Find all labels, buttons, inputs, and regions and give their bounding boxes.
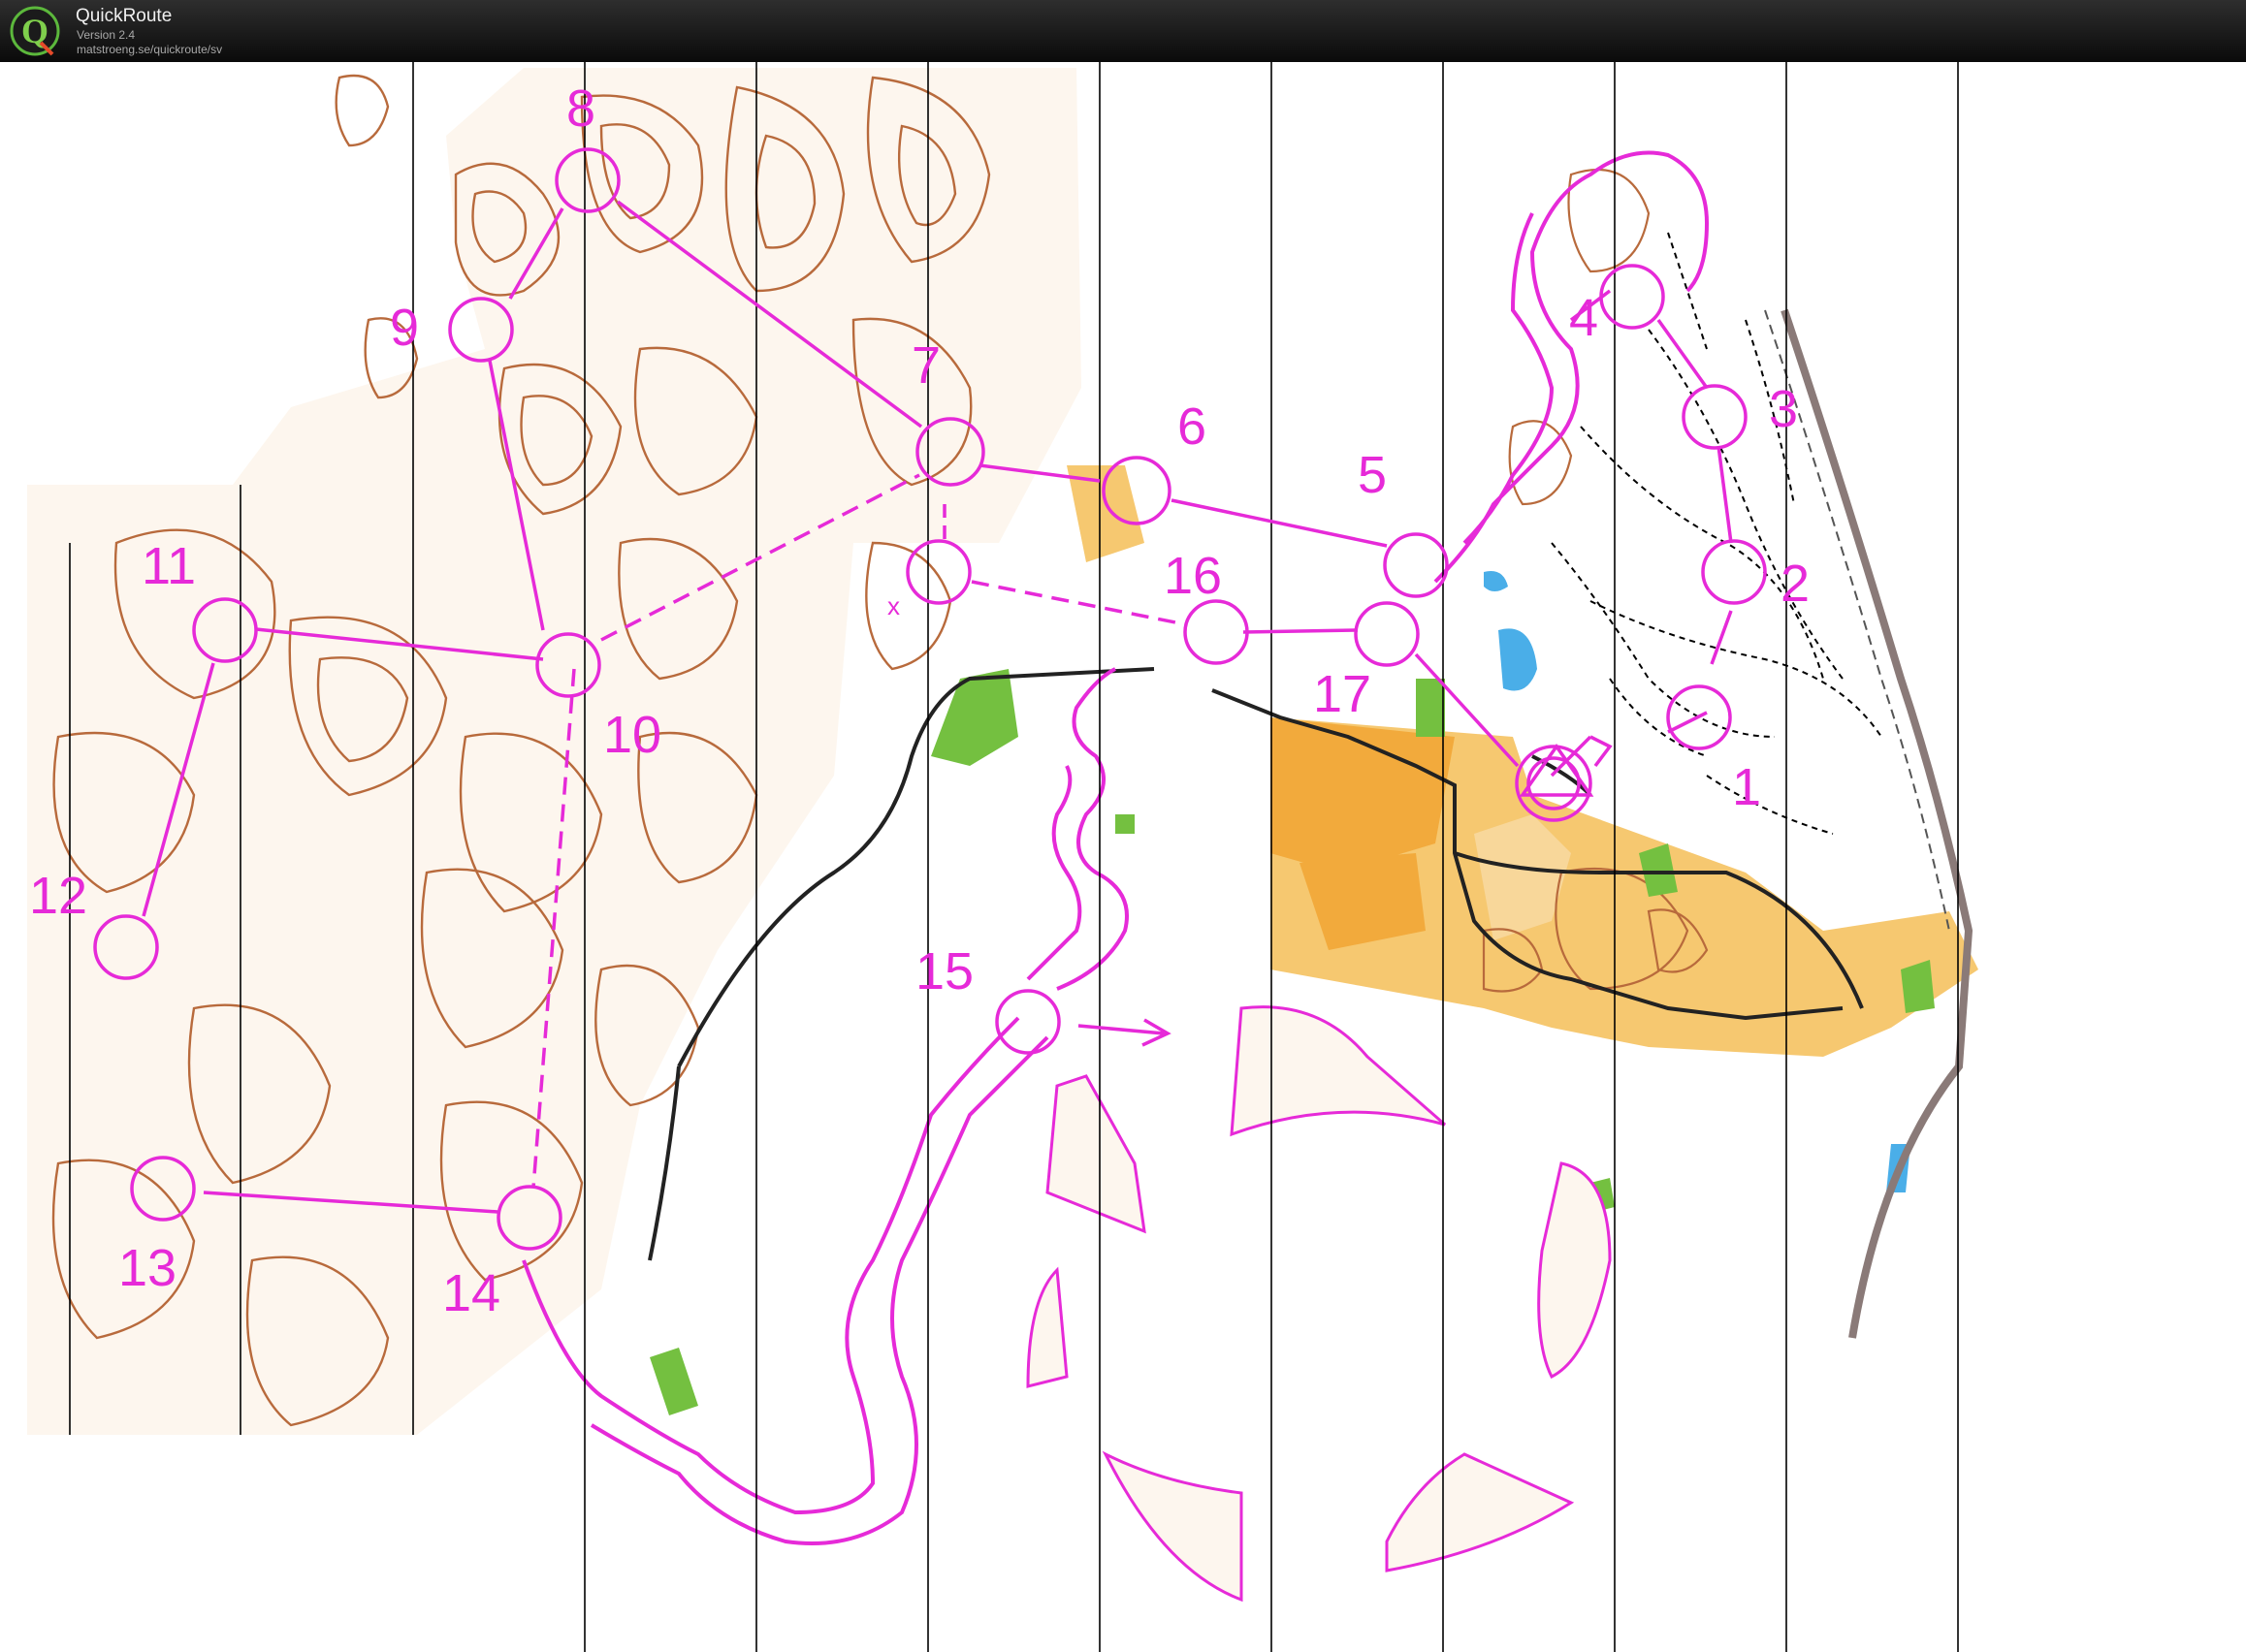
title-bar: Q QuickRoute Version 2.4 matstroeng.se/q… [0,0,2246,62]
control-number-13: 13 [118,1239,176,1297]
control-number-15: 15 [915,942,974,1001]
control-number-17: 17 [1313,665,1371,723]
leg-5-6 [1171,498,1388,548]
control-number-9: 9 [390,299,419,357]
control-number-14: 14 [442,1264,500,1322]
control-circle-5[interactable] [1383,532,1449,598]
control-number-4: 4 [1569,289,1598,347]
app-version: Version 2.4 [77,28,136,42]
control-number-2: 2 [1781,555,1810,613]
leg-x-16-dashed [971,580,1186,626]
control-number-7: 7 [912,336,941,395]
map-fragments [1026,1005,1612,1603]
app-title: QuickRoute [76,6,173,26]
control-number-16: 16 [1164,547,1222,605]
arrow-right-icon [1077,1018,1171,1047]
control-circle-15[interactable] [995,989,1061,1055]
control-circle-x[interactable] [906,539,972,605]
quickroute-logo-icon: Q [10,6,60,56]
control-circle-16[interactable] [1183,599,1249,665]
control-number-12: 12 [29,867,87,925]
corridor-outline-upper [1026,667,1129,991]
control-number-3: 3 [1769,380,1798,438]
control-number-5: 5 [1358,446,1387,504]
control-number-6: 6 [1177,397,1206,456]
map-base [27,62,1978,1652]
control-number-8: 8 [566,79,595,138]
control-number-11: 11 [142,537,196,595]
x-marker: x [887,591,900,620]
control-number-10: 10 [603,706,661,764]
app-url: matstroeng.se/quickroute/sv [77,43,223,56]
control-circle-17[interactable] [1354,601,1420,667]
leg-16-17 [1242,628,1359,634]
orienteering-map[interactable]: x 1 2 3 4 5 6 7 8 9 10 11 12 13 14 15 16… [0,62,2246,1652]
control-number-1: 1 [1732,758,1761,816]
